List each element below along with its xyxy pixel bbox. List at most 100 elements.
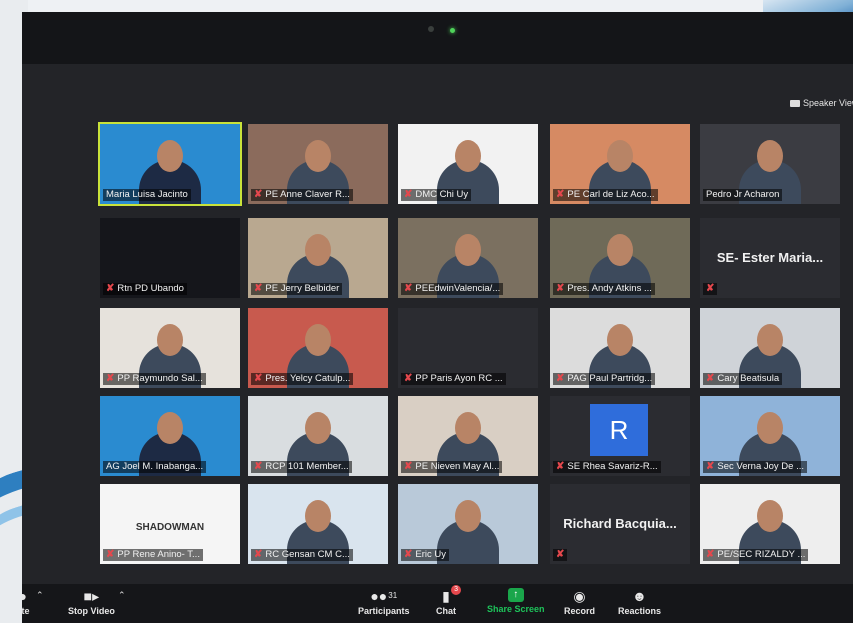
participant-name-label: ✘ Cary Beatisula: [703, 373, 783, 385]
participant-name: PE Anne Claver R...: [265, 189, 350, 200]
speaker-view-toggle[interactable]: Speaker View: [790, 98, 853, 108]
mute-button[interactable]: ● ute: [22, 588, 30, 616]
participant-tile[interactable]: ✘ Pres. Andy Atkins ...: [550, 218, 690, 298]
mic-muted-icon: ✘: [404, 373, 413, 384]
participant-tile[interactable]: ✘ RCP 101 Member...: [248, 396, 388, 476]
participant-tile[interactable]: AG Joel M. Inabanga...: [100, 396, 240, 476]
participant-name: SE Rhea Savariz-R...: [567, 461, 658, 472]
video-camera-icon: ■▸: [83, 588, 100, 604]
participant-name-label: Maria Luisa Jacinto: [103, 189, 191, 201]
participant-tile[interactable]: ✘ RC Gensan CM C...: [248, 484, 388, 564]
participant-face: [157, 140, 183, 172]
stop-video-button[interactable]: ■▸ Stop Video: [68, 588, 115, 616]
participant-name-label: ✘ PP Paris Ayon RC ...: [401, 373, 506, 385]
participant-name: DMC Chi Uy: [415, 189, 469, 200]
chat-bubble-icon: ▮ 3: [438, 585, 461, 604]
mic-muted-icon: ✘: [706, 461, 715, 472]
participant-name: PE Nieven May Al...: [415, 461, 500, 472]
monitor-screen: Speaker View Maria Luisa Jacinto ✘ PE Anne…: [22, 12, 853, 623]
participant-name-label: ✘ Pres. Yelcy Catulp...: [251, 373, 354, 385]
participant-face: [455, 234, 481, 266]
participant-name-label: ✘ PE Carl de Liz Aco...: [553, 189, 658, 201]
participant-tile[interactable]: ✘ Eric Uy: [398, 484, 538, 564]
participant-tile[interactable]: ✘ PE/SEC RIZALDY ...: [700, 484, 840, 564]
participant-name-label: ✘ PP Rene Anino- T...: [103, 549, 203, 561]
participant-tile[interactable]: ✘ PE Nieven May Al...: [398, 396, 538, 476]
participant-face: [305, 412, 331, 444]
participant-name: PE Carl de Liz Aco...: [567, 189, 655, 200]
mic-muted-icon: ✘: [404, 549, 413, 560]
video-options-caret-icon[interactable]: ⌃: [118, 590, 126, 601]
share-arrow-icon: ↑: [507, 588, 524, 602]
participant-tile[interactable]: ✘ PAG Paul Partridg...: [550, 308, 690, 388]
mic-muted-icon: ✘: [254, 189, 263, 200]
participant-name-label: ✘ SE Rhea Savariz-R...: [553, 461, 661, 473]
mic-muted-icon: ✘: [254, 461, 263, 472]
participant-tile[interactable]: SHADOWMAN ✘ PP Rene Anino- T...: [100, 484, 240, 564]
mic-muted-icon: ✘: [404, 189, 413, 200]
chat-button[interactable]: ▮ 3 Chat: [436, 585, 461, 616]
participant-face: [757, 140, 783, 172]
people-icon: ●●31: [370, 588, 398, 604]
mic-muted-icon: ✘: [404, 461, 413, 472]
record-icon: ◉: [573, 588, 586, 604]
participant-name: Cary Beatisula: [717, 373, 780, 384]
participant-name: Pedro Jr Acharon: [706, 189, 780, 200]
participant-face: [157, 412, 183, 444]
participant-tile[interactable]: ✘ PE Jerry Belbider: [248, 218, 388, 298]
mic-muted-icon: ✘: [254, 373, 263, 384]
participant-tile[interactable]: ✘ Sec Verna Joy De ...: [700, 396, 840, 476]
participant-face: [305, 324, 331, 356]
share-screen-button[interactable]: ↑ Share Screen: [487, 588, 545, 614]
mute-label: ute: [22, 606, 30, 616]
participant-face: [455, 500, 481, 532]
chat-badge: 3: [451, 585, 461, 595]
mic-muted-icon: ✘: [556, 549, 565, 560]
participant-name: Maria Luisa Jacinto: [106, 189, 188, 200]
participant-tile[interactable]: ✘ PEEdwinValencia/...: [398, 218, 538, 298]
participant-name: RC Gensan CM C...: [265, 549, 350, 560]
participant-tile[interactable]: Pedro Jr Acharon: [700, 124, 840, 204]
participant-name: PP Raymundo Sal...: [117, 373, 203, 384]
participant-face: [305, 140, 331, 172]
participant-tile[interactable]: Richard Bacquia... ✘: [550, 484, 690, 564]
participant-face: [157, 324, 183, 356]
participant-name-label: ✘: [553, 549, 568, 561]
share-screen-label: Share Screen: [487, 604, 545, 614]
participant-name: PEEdwinValencia/...: [415, 283, 501, 294]
participant-tile[interactable]: ✘ Pres. Yelcy Catulp...: [248, 308, 388, 388]
participant-tile[interactable]: ✘ PP Raymundo Sal...: [100, 308, 240, 388]
participant-name-label: ✘ PE/SEC RIZALDY ...: [703, 549, 809, 561]
mic-muted-icon: ✘: [404, 283, 413, 294]
participant-name-placeholder: Richard Bacquia...: [563, 516, 677, 531]
participant-tile[interactable]: R ✘ SE Rhea Savariz-R...: [550, 396, 690, 476]
participant-tile[interactable]: Maria Luisa Jacinto: [98, 122, 242, 206]
participant-tile[interactable]: ✘ PE Anne Claver R...: [248, 124, 388, 204]
mute-options-caret-icon[interactable]: ⌃: [36, 590, 44, 601]
participant-face: [305, 234, 331, 266]
participant-name-label: ✘ PP Raymundo Sal...: [103, 373, 206, 385]
participant-tile[interactable]: ✘ Rtn PD Ubando: [100, 218, 240, 298]
participant-name-label: ✘ DMC Chi Uy: [401, 189, 472, 201]
participant-face: [305, 500, 331, 532]
participants-label: Participants: [358, 606, 410, 616]
mic-muted-icon: ✘: [706, 373, 715, 384]
participant-name: Pres. Andy Atkins ...: [567, 283, 652, 294]
participant-tile[interactable]: ✘ PP Paris Ayon RC ...: [398, 308, 538, 388]
participant-name: PE Jerry Belbider: [265, 283, 340, 294]
participant-tile[interactable]: ✘ DMC Chi Uy: [398, 124, 538, 204]
participant-tile[interactable]: ✘ Cary Beatisula: [700, 308, 840, 388]
record-button[interactable]: ◉ Record: [564, 588, 595, 616]
participant-name: PP Rene Anino- T...: [117, 549, 200, 560]
mic-muted-icon: ✘: [556, 283, 565, 294]
participants-button[interactable]: ●●31 Participants: [358, 588, 410, 616]
participant-tile[interactable]: ✘ PE Carl de Liz Aco...: [550, 124, 690, 204]
grid-icon: [790, 99, 800, 107]
stop-video-label: Stop Video: [68, 606, 115, 616]
chat-label: Chat: [436, 606, 456, 616]
reactions-button[interactable]: ☻ Reactions: [618, 588, 661, 616]
participant-tile[interactable]: SE- Ester Maria... ✘: [700, 218, 840, 298]
meeting-toolbar: ● ute ⌃ ■▸ Stop Video ⌃ ●●31 Participant…: [22, 584, 853, 623]
participant-name-label: AG Joel M. Inabanga...: [103, 461, 207, 473]
participant-name: PE/SEC RIZALDY ...: [717, 549, 806, 560]
